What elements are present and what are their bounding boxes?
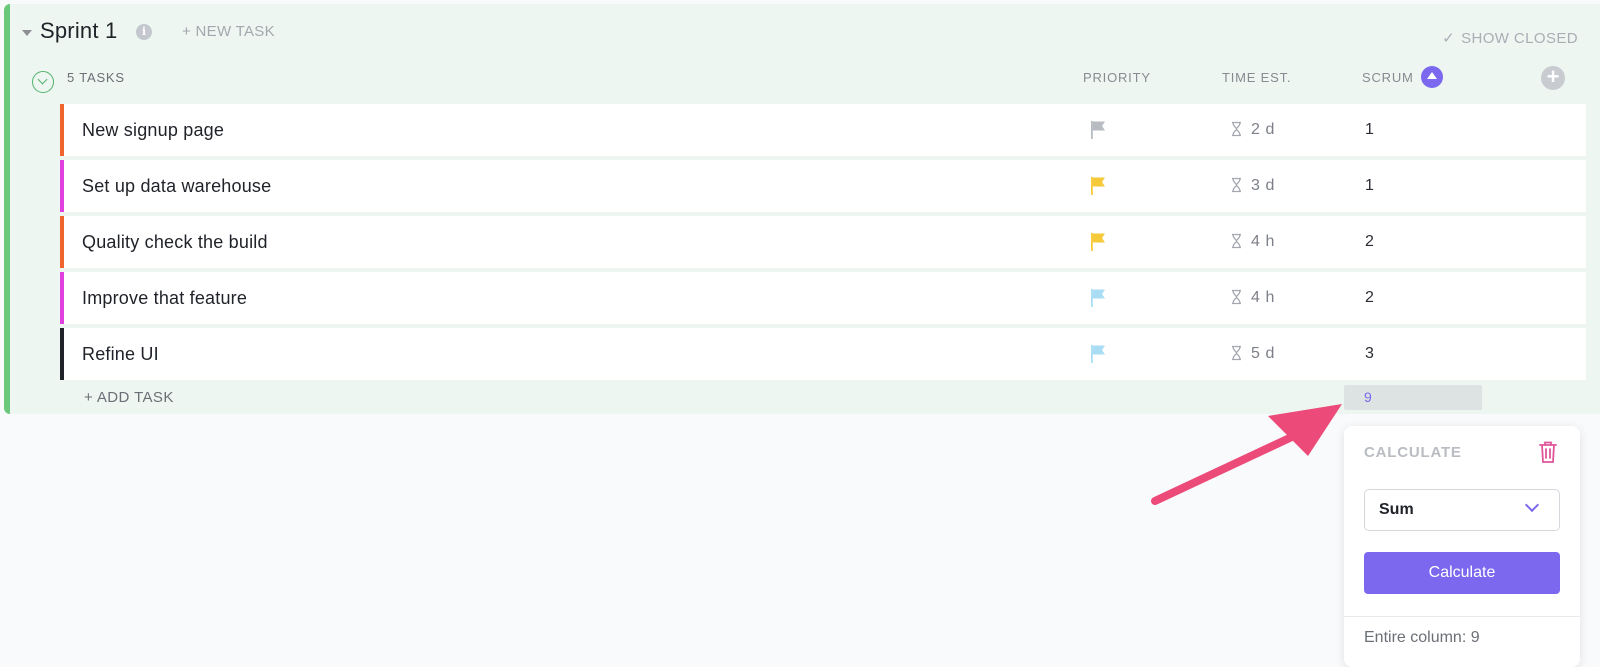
hourglass-stroke: [1232, 121, 1241, 137]
time-estimate[interactable]: 2 d: [1251, 121, 1275, 139]
collapse-list-caret-icon[interactable]: [22, 30, 32, 36]
flag-cloth: [1092, 177, 1105, 187]
task-row[interactable]: Refine UI 5 d 3: [60, 328, 1586, 380]
hourglass-stroke: [1232, 345, 1241, 361]
hourglass-stroke: [1232, 289, 1241, 305]
calculation-function-select[interactable]: Sum: [1364, 489, 1560, 531]
calculate-button[interactable]: Calculate: [1364, 552, 1560, 594]
scrum-points[interactable]: 2: [1365, 289, 1374, 307]
flag-cloth: [1092, 121, 1105, 131]
task-row[interactable]: New signup page 2 d 1: [60, 104, 1586, 156]
hourglass-icon: [1232, 177, 1241, 193]
hourglass-stroke: [1232, 177, 1241, 193]
flag-pole: [1091, 233, 1093, 251]
collapse-group-icon[interactable]: [32, 71, 54, 93]
scrum-points[interactable]: 1: [1365, 177, 1374, 195]
scrum-total-value: 9: [1364, 389, 1372, 405]
task-name[interactable]: New signup page: [82, 120, 224, 141]
list-title[interactable]: Sprint 1: [40, 18, 117, 44]
task-count-label: 5 TASKS: [67, 70, 125, 85]
flag-pole: [1091, 289, 1093, 307]
flag-pole: [1091, 177, 1093, 195]
scrum-points[interactable]: 2: [1365, 233, 1374, 251]
show-closed-toggle[interactable]: ✓ SHOW CLOSED: [1442, 29, 1578, 47]
add-column-icon[interactable]: +: [1541, 66, 1565, 90]
flag-cloth: [1092, 233, 1105, 243]
entire-column-result: Entire column: 9: [1364, 629, 1480, 646]
sort-ascending-icon[interactable]: [1421, 66, 1443, 88]
new-task-button[interactable]: + NEW TASK: [182, 23, 275, 40]
scrum-points[interactable]: 1: [1365, 121, 1374, 139]
hourglass-stroke: [1232, 233, 1241, 249]
task-row[interactable]: Quality check the build 4 h 2: [60, 216, 1586, 268]
chevron-down-icon: [1524, 497, 1540, 513]
hourglass-icon: [1232, 233, 1241, 249]
task-name[interactable]: Improve that feature: [82, 288, 247, 309]
hourglass-icon: [1232, 121, 1241, 137]
column-header-scrum[interactable]: SCRUM: [1362, 70, 1414, 85]
flag-pole: [1091, 345, 1093, 363]
selected-function: Sum: [1379, 501, 1414, 518]
annotation-arrow-shaft: [1151, 431, 1300, 505]
time-estimate[interactable]: 4 h: [1251, 233, 1275, 251]
scrum-total-cell[interactable]: 9: [1344, 385, 1482, 410]
flag-cloth: [1092, 345, 1105, 355]
time-estimate[interactable]: 3 d: [1251, 177, 1275, 195]
priority-flag-icon[interactable]: [1090, 344, 1106, 364]
priority-flag-icon[interactable]: [1090, 120, 1106, 140]
popover-title: CALCULATE: [1364, 444, 1462, 461]
task-name[interactable]: Refine UI: [82, 344, 159, 365]
trash-icon-stroke: [1539, 441, 1557, 463]
trash-icon[interactable]: [1538, 440, 1558, 464]
popover-divider: [1344, 616, 1580, 617]
task-row[interactable]: Improve that feature 4 h 2: [60, 272, 1586, 324]
hourglass-icon: [1232, 345, 1241, 361]
task-name[interactable]: Set up data warehouse: [82, 176, 271, 197]
task-row[interactable]: Set up data warehouse 3 d 1: [60, 160, 1586, 212]
info-icon[interactable]: i: [136, 24, 152, 40]
column-header-priority[interactable]: PRIORITY: [1083, 70, 1151, 85]
priority-flag-icon[interactable]: [1090, 232, 1106, 252]
column-header-time-estimate[interactable]: TIME EST.: [1222, 70, 1291, 85]
flag-pole: [1091, 121, 1093, 139]
check-icon: ✓: [1442, 30, 1456, 47]
hourglass-icon: [1232, 289, 1241, 305]
task-name[interactable]: Quality check the build: [82, 232, 268, 253]
scrum-points[interactable]: 3: [1365, 345, 1374, 363]
priority-flag-icon[interactable]: [1090, 176, 1106, 196]
calculate-popover: CALCULATE Sum Calculate Entire column: 9: [1344, 426, 1580, 667]
time-estimate[interactable]: 4 h: [1251, 289, 1275, 307]
priority-flag-icon[interactable]: [1090, 288, 1106, 308]
add-task-button[interactable]: + ADD TASK: [84, 389, 174, 406]
show-closed-label: SHOW CLOSED: [1461, 30, 1578, 47]
flag-cloth: [1092, 289, 1105, 299]
time-estimate[interactable]: 5 d: [1251, 345, 1275, 363]
